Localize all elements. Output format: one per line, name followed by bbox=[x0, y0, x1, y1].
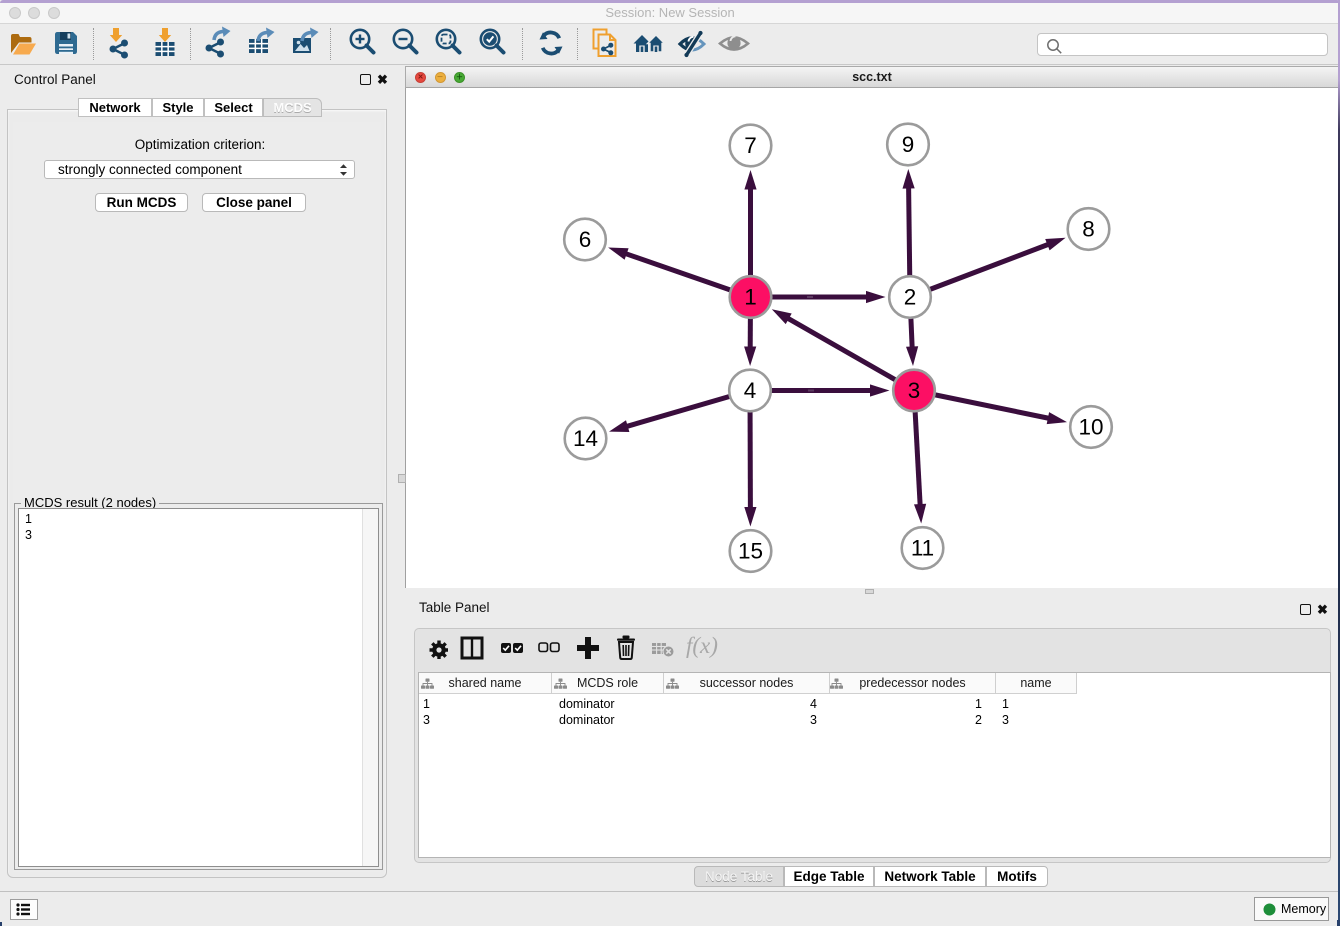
svg-text:11: 11 bbox=[911, 536, 934, 561]
svg-text:14: 14 bbox=[573, 426, 598, 451]
svg-text:7: 7 bbox=[744, 133, 757, 158]
svg-text:1: 1 bbox=[744, 285, 757, 310]
svg-text:2: 2 bbox=[904, 285, 917, 310]
svg-text:15: 15 bbox=[738, 539, 763, 564]
svg-text:10: 10 bbox=[1078, 415, 1103, 440]
svg-text:4: 4 bbox=[744, 378, 757, 403]
svg-text:9: 9 bbox=[902, 132, 915, 157]
svg-text:3: 3 bbox=[908, 378, 921, 403]
svg-text:6: 6 bbox=[579, 227, 592, 252]
svg-text:8: 8 bbox=[1082, 217, 1095, 242]
